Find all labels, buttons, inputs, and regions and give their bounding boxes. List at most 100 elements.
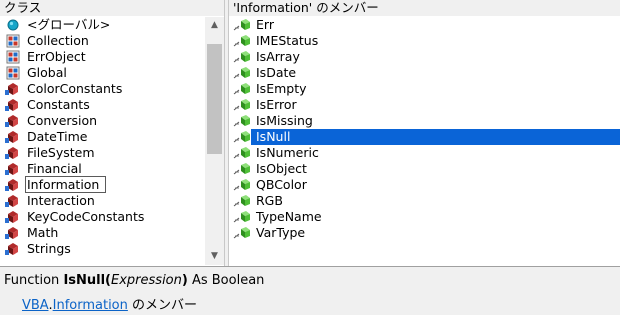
- signature-prefix: Function: [4, 273, 64, 288]
- member-item[interactable]: IsMissing: [229, 113, 620, 129]
- member-signature: Function IsNull(Expression) As Boolean: [4, 273, 264, 288]
- members-header: 'Information' のメンバー: [229, 0, 620, 16]
- member-item[interactable]: IsArray: [229, 49, 620, 65]
- class-item-label: Constants: [27, 97, 90, 112]
- method-icon: [233, 82, 251, 96]
- member-item[interactable]: IsEmpty: [229, 81, 620, 97]
- member-item[interactable]: RGB: [229, 193, 620, 209]
- module-icon: [4, 194, 22, 208]
- class-item-label: Collection: [27, 33, 89, 48]
- class-item[interactable]: FileSystem: [0, 145, 205, 161]
- member-item[interactable]: IsError: [229, 97, 620, 113]
- members-list[interactable]: Err IMEStatus IsArray IsDate IsEmpty IsError I…: [229, 17, 620, 265]
- scroll-thumb[interactable]: [207, 44, 222, 154]
- method-icon: [233, 162, 251, 176]
- module-icon: [4, 82, 22, 96]
- class-item[interactable]: Collection: [0, 33, 205, 49]
- member-item-label: IsMissing: [256, 113, 313, 128]
- member-item-label: Err: [256, 17, 274, 32]
- member-item[interactable]: IsNumeric: [229, 145, 620, 161]
- signature-suffix: As Boolean: [187, 273, 265, 288]
- member-item[interactable]: QBColor: [229, 177, 620, 193]
- signature-name: IsNull(: [63, 273, 112, 288]
- module-icon: [4, 98, 22, 112]
- member-item-label: IsEmpty: [256, 81, 307, 96]
- class-item-label: Strings: [27, 241, 71, 256]
- member-item-label: IsNull: [256, 129, 291, 144]
- member-item[interactable]: TypeName: [229, 209, 620, 225]
- member-item[interactable]: Err: [229, 17, 620, 33]
- class-item-label: DateTime: [27, 129, 88, 144]
- member-item-label: IsObject: [256, 161, 307, 176]
- class-item[interactable]: Strings: [0, 241, 205, 257]
- member-item-label: IsError: [256, 97, 297, 112]
- member-item-label: VarType: [256, 225, 306, 240]
- class-item[interactable]: Interaction: [0, 193, 205, 209]
- class-item[interactable]: <グローバル>: [0, 17, 205, 33]
- module-icon: [4, 130, 22, 144]
- class-item-label: Math: [27, 225, 59, 240]
- class-item-label: Interaction: [27, 193, 95, 208]
- class-item[interactable]: Conversion: [0, 113, 205, 129]
- method-icon: [233, 130, 251, 144]
- globe-icon: [4, 18, 22, 32]
- scroll-down-arrow-icon[interactable]: ▼: [205, 248, 224, 265]
- member-of-text: のメンバー: [127, 298, 198, 313]
- member-item-label: RGB: [256, 193, 283, 208]
- method-icon: [233, 34, 251, 48]
- class-item[interactable]: Math: [0, 225, 205, 241]
- method-icon: [233, 194, 251, 208]
- class-item[interactable]: DateTime: [0, 129, 205, 145]
- method-icon: [233, 66, 251, 80]
- classes-header: クラス: [0, 0, 228, 16]
- method-icon: [233, 50, 251, 64]
- module-icon: [4, 146, 22, 160]
- class-item-label: Information: [24, 176, 107, 193]
- method-icon: [233, 146, 251, 160]
- class-item[interactable]: Financial: [0, 161, 205, 177]
- module-icon: [4, 114, 22, 128]
- class-icon: [4, 50, 22, 64]
- method-icon: [233, 226, 251, 240]
- module-icon: [4, 210, 22, 224]
- class-item[interactable]: Information: [0, 176, 205, 193]
- member-item-label: QBColor: [256, 177, 307, 192]
- member-item-label: IMEStatus: [256, 33, 319, 48]
- member-item[interactable]: IsNull: [233, 129, 620, 145]
- member-of-line: VBA.Information のメンバー: [22, 294, 197, 313]
- class-item-label: ColorConstants: [27, 81, 123, 96]
- member-item[interactable]: VarType: [229, 225, 620, 241]
- member-item-label: IsNumeric: [256, 145, 319, 160]
- member-item-label: IsDate: [256, 65, 297, 80]
- class-item-label: FileSystem: [27, 145, 95, 160]
- member-item-label: TypeName: [256, 209, 322, 224]
- class-item[interactable]: Constants: [0, 97, 205, 113]
- module-icon: [4, 162, 22, 176]
- library-link[interactable]: VBA: [22, 298, 48, 313]
- class-item[interactable]: ErrObject: [0, 49, 205, 65]
- member-item[interactable]: IsObject: [229, 161, 620, 177]
- module-link[interactable]: Information: [53, 298, 128, 313]
- class-item[interactable]: ColorConstants: [0, 81, 205, 97]
- scroll-up-arrow-icon[interactable]: ▲: [205, 17, 224, 34]
- method-icon: [233, 98, 251, 112]
- class-item[interactable]: KeyCodeConstants: [0, 209, 205, 225]
- classes-list[interactable]: <グローバル> Collection ErrObject Global ColorCon…: [0, 17, 205, 265]
- method-icon: [233, 114, 251, 128]
- classes-scrollbar[interactable]: ▲ ▼: [205, 17, 224, 265]
- class-icon: [4, 66, 22, 80]
- module-icon: [4, 178, 22, 192]
- class-item-label: Conversion: [27, 113, 98, 128]
- class-item-label: <グローバル>: [27, 17, 111, 32]
- class-item-label: Financial: [27, 161, 82, 176]
- member-item-label: IsArray: [256, 49, 300, 64]
- method-icon: [233, 210, 251, 224]
- class-item[interactable]: Global: [0, 65, 205, 81]
- class-item-label: KeyCodeConstants: [27, 209, 145, 224]
- member-item[interactable]: IMEStatus: [229, 33, 620, 49]
- member-item[interactable]: IsDate: [229, 65, 620, 81]
- module-icon: [4, 242, 22, 256]
- method-icon: [233, 178, 251, 192]
- class-item-label: ErrObject: [27, 49, 86, 64]
- method-icon: [233, 18, 251, 32]
